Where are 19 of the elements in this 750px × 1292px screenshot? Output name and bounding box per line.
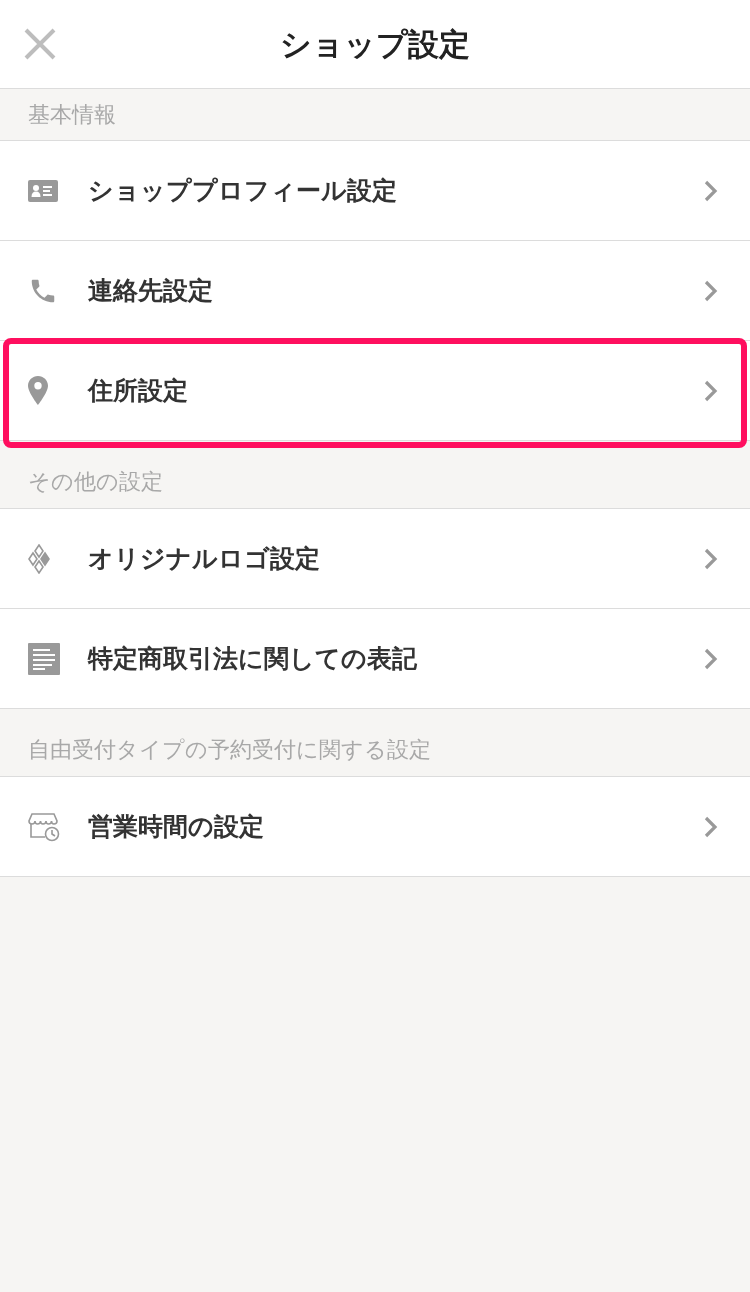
settings-item[interactable]: 住所設定 <box>0 341 750 441</box>
settings-item[interactable]: 特定商取引法に関しての表記 <box>0 609 750 709</box>
diamonds-icon <box>28 543 50 574</box>
settings-item[interactable]: オリジナルロゴ設定 <box>0 509 750 609</box>
settings-item[interactable]: 連絡先設定 <box>0 241 750 341</box>
chevron-right-icon <box>704 647 718 670</box>
close-icon[interactable] <box>24 28 56 60</box>
chevron-right-icon <box>704 815 718 838</box>
chevron-right-icon <box>704 179 718 202</box>
document-icon <box>28 642 60 675</box>
id-card-icon <box>28 179 58 202</box>
settings-item[interactable]: 営業時間の設定 <box>0 777 750 877</box>
chevron-right-icon <box>704 379 718 402</box>
chevron-right-icon <box>704 279 718 302</box>
map-pin-icon <box>28 376 48 405</box>
shop-clock-icon <box>28 811 60 842</box>
page-title: ショップ設定 <box>280 25 470 64</box>
settings-item[interactable]: ショッププロフィール設定 <box>0 141 750 241</box>
chevron-right-icon <box>704 547 718 570</box>
